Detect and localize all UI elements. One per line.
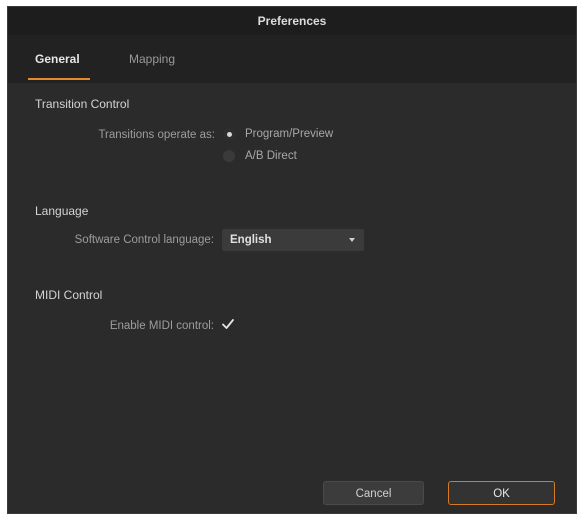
language-select[interactable]: English [222,229,364,251]
software-language-label: Software Control language: [74,234,214,246]
tab-general[interactable]: General [35,52,80,66]
language-heading: Language [35,204,89,218]
active-tab-indicator [28,78,90,80]
radio-program-preview[interactable]: Program/Preview [223,128,333,140]
tab-bar: General Mapping [8,35,576,83]
window-title: Preferences [8,7,576,35]
preferences-dialog: Preferences General Mapping Transition C… [7,6,577,514]
cancel-button[interactable]: Cancel [323,481,424,505]
language-select-value: English [230,234,272,246]
radio-selected-icon[interactable] [223,128,235,140]
chevron-down-icon [349,238,355,242]
transition-control-heading: Transition Control [35,97,130,111]
transitions-operate-label: Transitions operate as: [98,129,215,141]
ok-button[interactable]: OK [448,481,555,505]
enable-midi-checkbox[interactable] [221,317,235,331]
radio-unselected-icon[interactable] [223,150,235,162]
tab-mapping[interactable]: Mapping [129,52,175,66]
radio-program-preview-label: Program/Preview [245,128,334,140]
midi-control-heading: MIDI Control [35,288,103,302]
radio-ab-direct-label: A/B Direct [245,150,297,162]
check-icon [222,319,234,329]
radio-ab-direct[interactable]: A/B Direct [223,150,297,162]
enable-midi-label: Enable MIDI control: [109,320,214,332]
